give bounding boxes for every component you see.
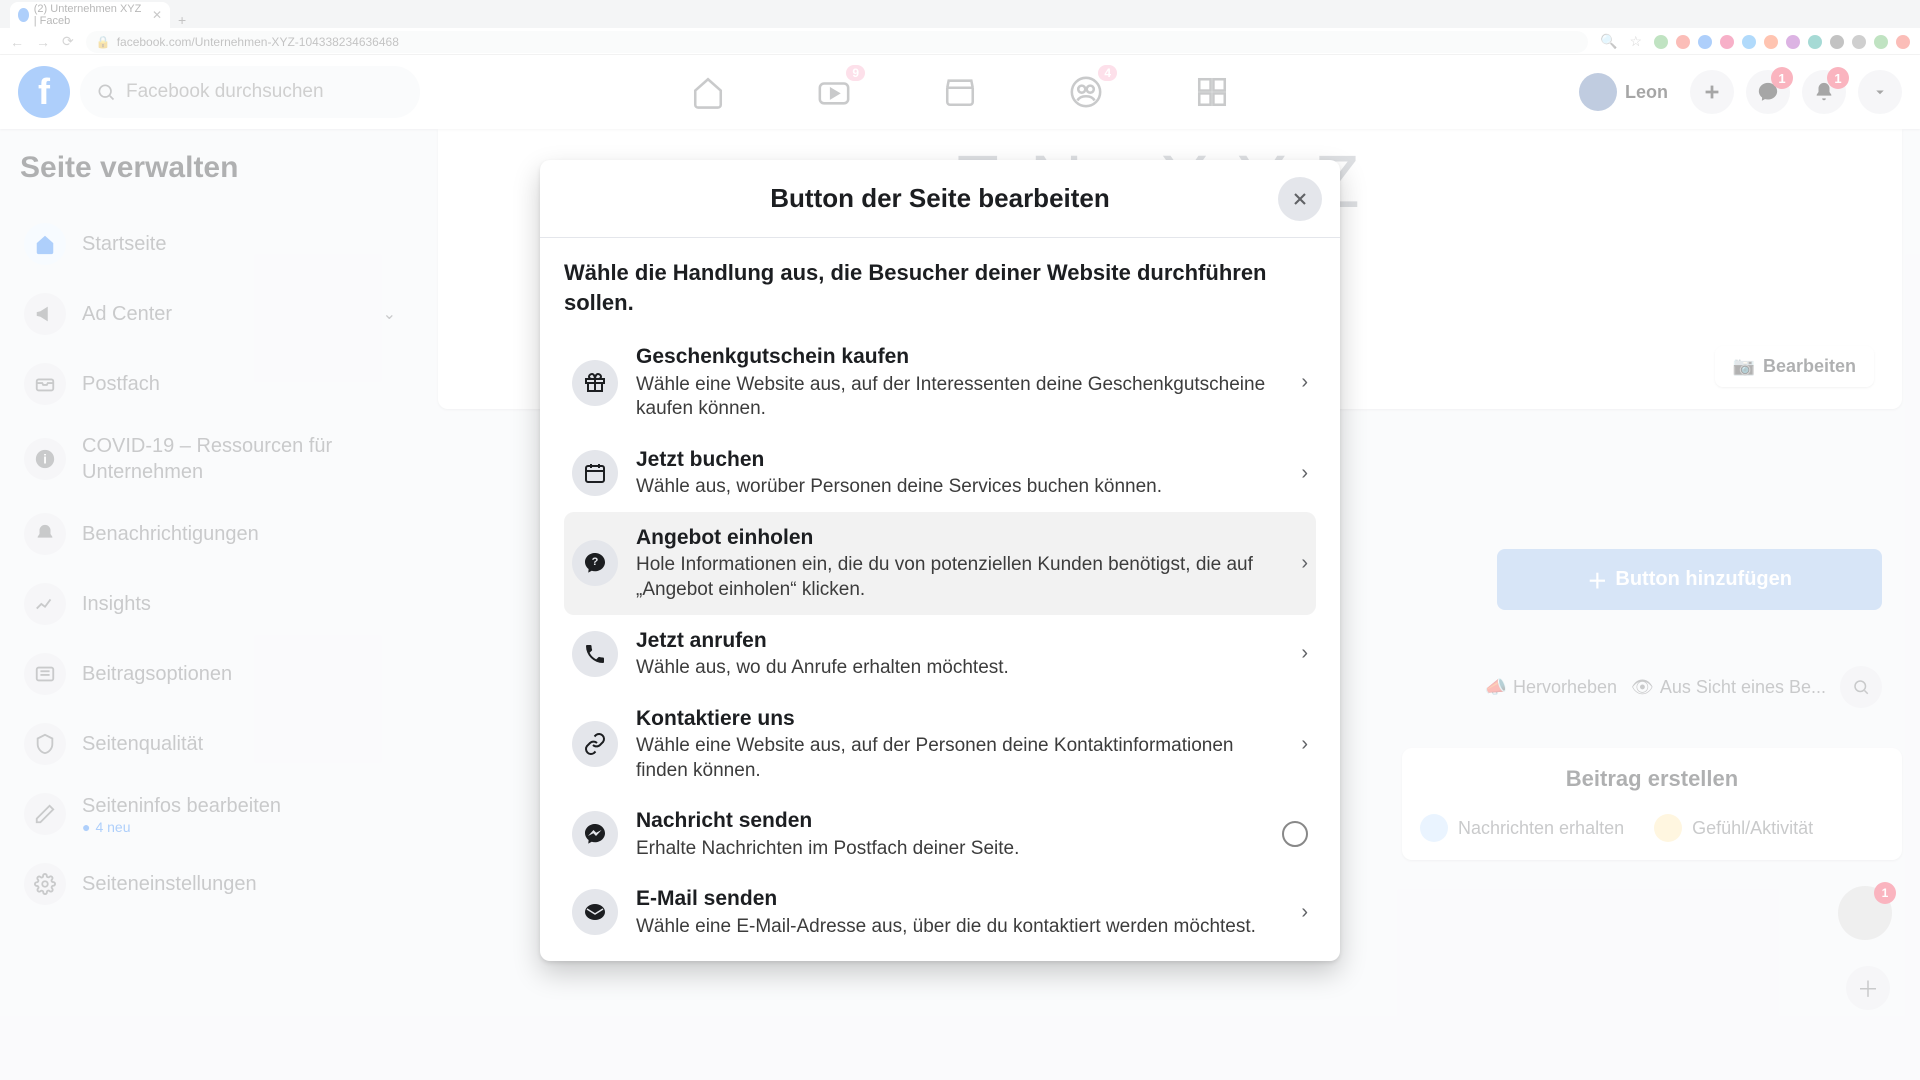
close-button[interactable] — [1278, 177, 1322, 221]
option-title: Jetzt anrufen — [636, 627, 1283, 654]
option-desc: Wähle aus, worüber Personen deine Servic… — [636, 475, 1283, 500]
calendar-icon — [572, 450, 618, 496]
chevron-right-icon: › — [1301, 733, 1308, 756]
option-title: Jetzt buchen — [636, 446, 1283, 473]
option-desc: Wähle eine Website aus, auf der Interess… — [636, 373, 1283, 422]
edit-page-button-modal: Button der Seite bearbeiten Wähle die Ha… — [540, 160, 1340, 961]
chevron-right-icon: › — [1301, 901, 1308, 924]
option-gift-card[interactable]: Geschenkgutschein kaufen Wähle eine Websi… — [564, 331, 1316, 434]
option-title: Nachricht senden — [636, 807, 1264, 834]
option-desc: Wähle aus, wo du Anrufe erhalten möchtes… — [636, 656, 1283, 681]
modal-body: Wähle die Handlung aus, die Besucher dei… — [540, 238, 1340, 961]
chevron-right-icon: › — [1301, 642, 1308, 665]
chevron-right-icon: › — [1301, 371, 1308, 394]
option-desc: Wähle eine Website aus, auf der Personen… — [636, 734, 1283, 783]
option-call-now[interactable]: Jetzt anrufenWähle aus, wo du Anrufe erh… — [564, 615, 1316, 693]
svg-text:?: ? — [592, 556, 599, 568]
chevron-right-icon: › — [1301, 462, 1308, 485]
option-send-email[interactable]: E-Mail senden Wähle eine E-Mail-Adresse a… — [564, 873, 1316, 951]
quote-icon: ? — [572, 540, 618, 586]
option-title: Angebot einholen — [636, 524, 1283, 551]
option-desc: Wähle eine E-Mail-Adresse aus, über die … — [636, 915, 1283, 940]
chevron-right-icon: › — [1301, 552, 1308, 575]
messenger-icon — [572, 811, 618, 857]
gift-icon — [572, 360, 618, 406]
option-title: E-Mail senden — [636, 885, 1283, 912]
modal-header: Button der Seite bearbeiten — [540, 160, 1340, 238]
radio-icon — [1282, 821, 1308, 847]
modal-prompt: Wähle die Handlung aus, die Besucher dei… — [564, 258, 1316, 317]
option-send-message[interactable]: Nachricht senden Erhalte Nachrichten im P… — [564, 795, 1316, 873]
phone-icon — [572, 631, 618, 677]
option-get-quote[interactable]: ? Angebot einholenHole Informationen ein… — [564, 512, 1316, 615]
modal-title: Button der Seite bearbeiten — [770, 183, 1110, 214]
link-icon — [572, 721, 618, 767]
option-contact-us[interactable]: Kontaktiere unsWähle eine Website aus, a… — [564, 693, 1316, 796]
option-desc: Hole Informationen ein, die du von poten… — [636, 553, 1283, 602]
option-book-now[interactable]: Jetzt buchenWähle aus, worüber Personen … — [564, 434, 1316, 512]
option-title: Geschenkgutschein kaufen — [636, 343, 1283, 370]
option-desc: Erhalte Nachrichten im Postfach deiner S… — [636, 837, 1264, 862]
option-title: Kontaktiere uns — [636, 705, 1283, 732]
email-icon — [572, 889, 618, 935]
